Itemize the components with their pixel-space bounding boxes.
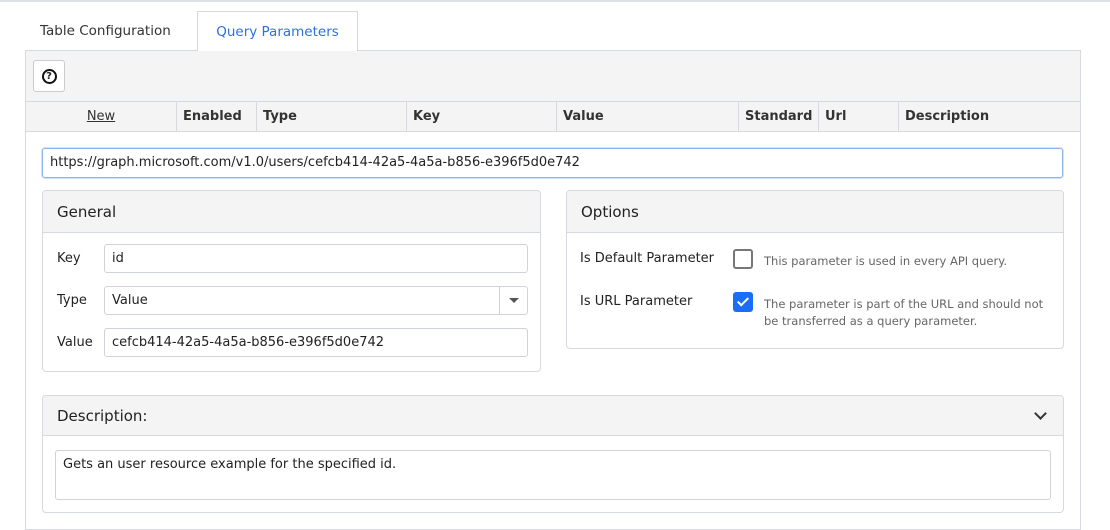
column-value[interactable]: Value [557, 102, 739, 132]
description-card: Description: Gets an user resource examp… [42, 395, 1064, 513]
toolbar: ? [26, 51, 1080, 102]
column-type[interactable]: Type [257, 102, 407, 132]
question-circle-icon: ? [41, 68, 57, 84]
url-parameter-checkbox[interactable] [733, 292, 753, 312]
general-card: General Key id Type Value Value cefcb414… [42, 190, 541, 372]
parameters-table-header: New Enabled Type Key Value Standard Url … [26, 102, 1080, 132]
key-input[interactable]: id [104, 244, 528, 273]
type-value: Value [112, 293, 148, 308]
column-enabled[interactable]: Enabled [177, 102, 257, 132]
default-parameter-label: Is Default Parameter [580, 251, 715, 266]
default-parameter-checkbox[interactable] [733, 249, 753, 269]
type-select[interactable]: Value [104, 286, 528, 315]
options-card: Options Is Default Parameter This parame… [566, 190, 1064, 349]
description-textarea[interactable]: Gets an user resource example for the sp… [55, 450, 1051, 500]
url-parameter-label: Is URL Parameter [580, 294, 693, 309]
tab-query-parameters[interactable]: Query Parameters [197, 11, 358, 51]
url-parameter-help: The parameter is part of the URL and sho… [764, 297, 1044, 328]
query-parameters-panel: ? New Enabled Type Key Value Standard Ur… [25, 50, 1081, 530]
options-title: Options [567, 191, 1063, 233]
column-key[interactable]: Key [407, 102, 557, 132]
help-button[interactable]: ? [33, 60, 65, 92]
chevron-down-icon[interactable] [499, 287, 527, 314]
default-parameter-help: This parameter is used in every API quer… [764, 254, 1008, 268]
type-label: Type [57, 293, 87, 308]
column-standard[interactable]: Standard [739, 102, 819, 132]
description-header[interactable]: Description: [43, 396, 1063, 436]
column-description[interactable]: Description [899, 102, 1080, 132]
value-input[interactable]: cefcb414-42a5-4a5a-b856-e396f5d0e742 [104, 328, 528, 357]
key-label: Key [57, 251, 81, 266]
general-title: General [43, 191, 540, 233]
column-url[interactable]: Url [819, 102, 899, 132]
chevron-down-icon[interactable] [1034, 407, 1047, 420]
value-label: Value [57, 335, 93, 350]
url-input[interactable]: https://graph.microsoft.com/v1.0/users/c… [42, 148, 1063, 178]
tab-table-configuration[interactable]: Table Configuration [24, 11, 187, 51]
description-title: Description: [57, 407, 148, 425]
check-icon [736, 294, 750, 307]
top-border [0, 0, 1110, 2]
new-link[interactable]: New [26, 102, 177, 132]
